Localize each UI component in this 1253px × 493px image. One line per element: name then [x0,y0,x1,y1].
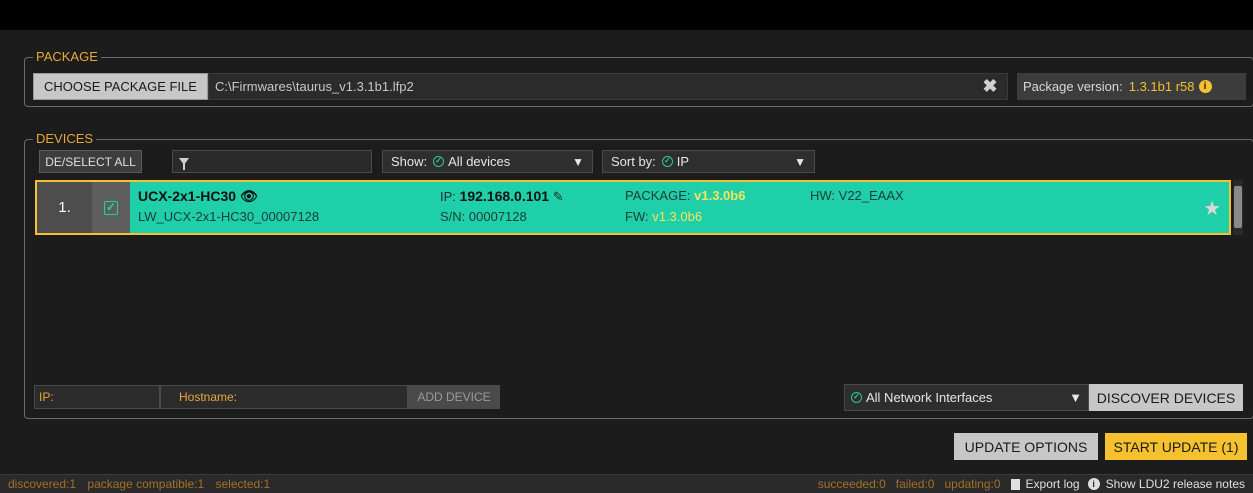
ip-value: 192.168.0.101 [459,188,550,204]
deselect-all-button[interactable]: DE/SELECT ALL [39,150,142,173]
device-firmware: FW: v1.3.0b6 [625,209,702,224]
scrollbar-thumb[interactable] [1234,186,1242,228]
export-log-label: Export log [1025,477,1080,491]
info-icon[interactable]: i [1198,80,1212,93]
document-icon [1010,478,1020,490]
check-circle-icon: ✓ [661,156,673,167]
ip-input[interactable]: IP: [34,385,160,409]
device-package: PACKAGE: v1.3.0b6 [625,188,745,203]
filter-input[interactable] [172,150,372,173]
status-failed: failed:0 [895,477,935,491]
row-body: UCX-2x1-HC30 👁 LW_UCX-2x1-HC30_00007128 … [130,182,1229,233]
export-log-button[interactable]: Export log [1010,477,1080,491]
package-version-value: 1.3.1b1 r58 [1128,79,1195,94]
row-select-checkbox[interactable]: ✓ [92,182,130,233]
eye-icon[interactable]: 👁 [240,188,258,204]
package-value: v1.3.0b6 [694,188,746,203]
status-compatible: package compatible:1 [87,477,205,491]
title-bar [0,0,1253,30]
status-bar: discovered:1 package compatible:1 select… [0,474,1253,493]
star-icon[interactable]: ★ [1203,196,1221,221]
package-group: PACKAGE CHOOSE PACKAGE FILE C:\Firmwares… [24,49,1253,107]
choose-package-button[interactable]: CHOOSE PACKAGE FILE [33,73,208,100]
close-icon[interactable]: ✖ [980,76,1000,96]
status-updating: updating:0 [944,477,1001,491]
status-selected: selected:1 [215,477,271,491]
row-index: 1. [37,182,92,233]
sort-label: Sort by: [611,154,656,169]
info-icon: i [1087,478,1100,490]
package-version-label: Package version: [1023,79,1123,94]
device-list[interactable]: 1. ✓ UCX-2x1-HC30 👁 LW_UCX-2x1-HC30_0000… [35,180,1245,380]
start-update-button[interactable]: START UPDATE (1) [1105,433,1247,460]
edit-icon[interactable]: ✎ [553,189,564,204]
device-hardware: HW: V22_EAAX [810,188,904,203]
status-left: discovered:1 package compatible:1 select… [0,477,270,491]
checkbox-checked-icon: ✓ [104,199,118,215]
list-scrollbar[interactable] [1233,180,1243,235]
package-version: Package version: 1.3.1b1 r58 i [1017,73,1246,100]
package-path-field[interactable]: C:\Firmwares\taurus_v1.3.1b1.lfp2 [208,73,1008,100]
network-value: All Network Interfaces [866,390,993,405]
discover-devices-button[interactable]: DISCOVER DEVICES [1089,384,1243,411]
network-interface-select[interactable]: ✓ All Network Interfaces ▼ [844,384,1089,411]
devices-legend: DEVICES [33,131,97,147]
devices-group: DEVICES DE/SELECT ALL Show: ✓ All device… [24,131,1253,419]
ip-label: IP: [440,189,456,204]
status-succeeded: succeeded:0 [817,477,886,491]
show-select[interactable]: Show: ✓ All devices ▼ [382,150,593,173]
status-right: succeeded:0 failed:0 updating:0 Export l… [818,477,1253,491]
chevron-down-icon: ▼ [794,154,806,169]
device-serial: S/N: 00007128 [440,209,527,224]
fw-label: FW: [625,209,649,224]
show-label: Show: [391,154,428,169]
update-options-button[interactable]: UPDATE OPTIONS [954,433,1098,460]
filter-icon [179,158,189,170]
hostname-input[interactable]: Hostname: [160,385,408,409]
device-ip: IP: 192.168.0.101 ✎ [440,188,564,205]
check-circle-icon: ✓ [433,156,445,167]
chevron-down-icon: ▼ [572,154,584,169]
fw-value: v1.3.0b6 [652,209,703,224]
device-name-text: UCX-2x1-HC30 [138,188,237,204]
package-label: PACKAGE: [625,188,691,203]
hostname-placeholder: Hostname: [179,390,238,404]
ip-placeholder: IP: [39,390,54,404]
sort-select[interactable]: Sort by: ✓ IP ▼ [602,150,815,173]
device-name: UCX-2x1-HC30 👁 [138,188,258,205]
device-hostname: LW_UCX-2x1-HC30_00007128 [138,209,320,224]
status-discovered: discovered:1 [8,477,77,491]
check-circle-icon: ✓ [851,392,862,403]
device-row[interactable]: 1. ✓ UCX-2x1-HC30 👁 LW_UCX-2x1-HC30_0000… [35,180,1231,235]
package-legend: PACKAGE [33,49,101,65]
release-notes-label: Show LDU2 release notes [1105,477,1245,491]
sort-value: IP [676,154,690,169]
show-value: All devices [448,154,511,169]
chevron-down-icon: ▼ [1069,390,1082,405]
add-device-button[interactable]: ADD DEVICE [408,385,500,409]
package-path-value: C:\Firmwares\taurus_v1.3.1b1.lfp2 [215,79,414,94]
release-notes-button[interactable]: i Show LDU2 release notes [1087,477,1245,491]
